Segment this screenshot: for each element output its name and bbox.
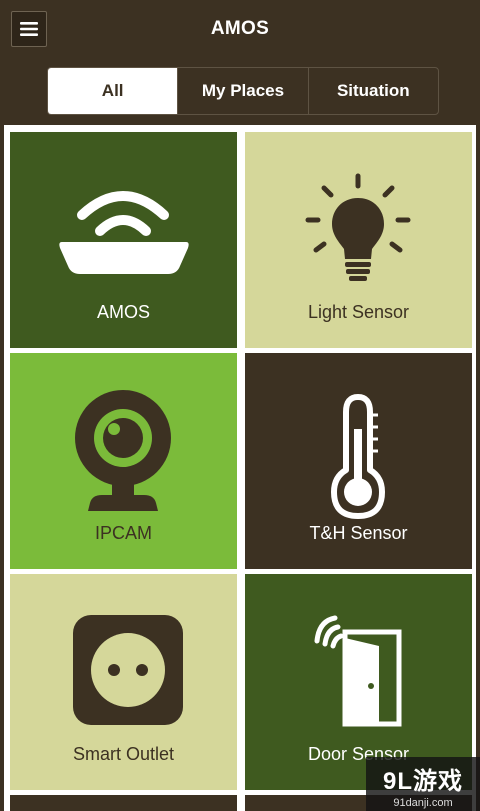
device-tile-th-sensor[interactable]: T&H Sensor xyxy=(245,353,472,569)
device-label: IPCAM xyxy=(94,523,152,543)
device-label: T&H Sensor xyxy=(309,523,408,543)
tab-label: My Places xyxy=(201,81,285,100)
partial-tile xyxy=(10,795,237,811)
watermark-logo: 9L游戏 xyxy=(382,768,463,795)
app-screen: AMOS All My Places Situation AMOS Light … xyxy=(0,0,480,811)
device-label: Smart Outlet xyxy=(72,744,175,764)
watermark-url: 91danji.com xyxy=(393,797,453,809)
device-tile-ipcam[interactable]: IPCAM xyxy=(10,353,237,569)
tab-label: Situation xyxy=(336,81,410,100)
tab-all[interactable]: All xyxy=(48,68,178,114)
tab-label: All xyxy=(101,81,124,100)
tab-my-places[interactable]: My Places xyxy=(177,68,307,114)
filter-tabs: All My Places Situation xyxy=(47,67,439,115)
site-watermark: 9L游戏 91danji.com xyxy=(366,757,480,811)
device-grid: AMOS Light Sensor IPCAM T&H Sensor Smart… xyxy=(4,125,476,811)
device-tile-smart-outlet[interactable]: Smart Outlet xyxy=(10,574,237,790)
device-label: AMOS xyxy=(96,302,150,322)
tab-situation[interactable]: Situation xyxy=(307,68,438,114)
device-tile-light-sensor[interactable]: Light Sensor xyxy=(245,132,472,348)
device-tile-amos[interactable]: AMOS xyxy=(10,132,237,348)
device-label: Light Sensor xyxy=(307,302,410,322)
app-header: AMOS All My Places Situation xyxy=(0,0,480,122)
app-title: AMOS xyxy=(210,18,270,39)
